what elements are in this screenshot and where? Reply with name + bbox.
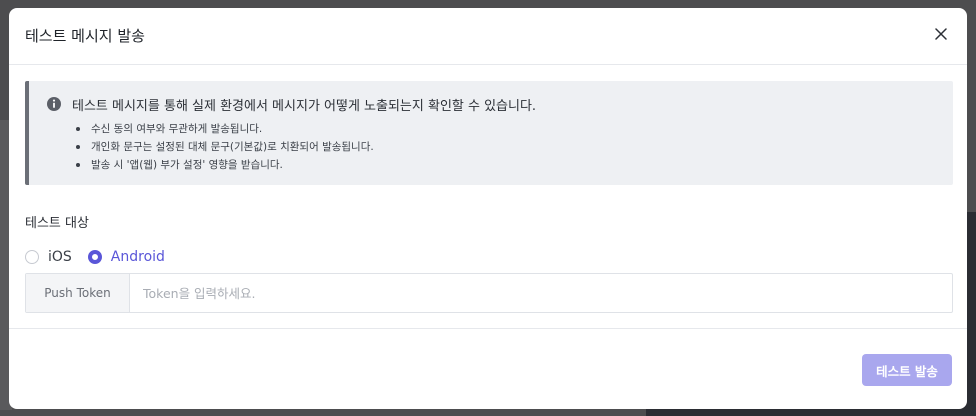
send-test-button[interactable]: 테스트 발송 [862, 354, 952, 386]
close-icon [935, 28, 947, 40]
radio-ios-indicator[interactable] [25, 250, 39, 264]
test-target-label: 테스트 대상 [25, 216, 89, 231]
modal-title: 테스트 메시지 발송 [25, 27, 145, 45]
radio-android-label[interactable]: Android [111, 249, 165, 265]
notice-item: 발송 시 '앱(웹) 부가 설정' 영향을 받습니다. [76, 156, 374, 174]
radio-ios[interactable]: iOS [25, 249, 72, 265]
notice-list: 수신 동의 여부와 무관하게 발송됩니다. 개인화 문구는 설정된 대체 문구(… [76, 120, 374, 174]
modal-header: 테스트 메시지 발송 [9, 8, 967, 65]
radio-ios-label[interactable]: iOS [48, 249, 72, 265]
test-message-modal: 테스트 메시지 발송 테스트 메시지를 통해 실제 환경에서 메시지가 어떻게 … [9, 8, 967, 409]
footer-divider [9, 328, 967, 329]
radio-android-indicator[interactable] [87, 250, 102, 264]
push-token-label: Push Token [26, 274, 130, 312]
info-icon [47, 97, 61, 111]
notice-box: 테스트 메시지를 통해 실제 환경에서 메시지가 어떻게 노출되는지 확인할 수… [25, 81, 953, 185]
notice-item: 수신 동의 여부와 무관하게 발송됩니다. [76, 120, 374, 138]
radio-android[interactable]: Android [87, 249, 165, 265]
push-token-input[interactable] [130, 274, 952, 312]
push-token-field: Push Token [25, 273, 953, 313]
platform-radio-group: iOS Android [25, 247, 181, 267]
close-button[interactable] [929, 22, 953, 46]
notice-heading: 테스트 메시지를 통해 실제 환경에서 메시지가 어떻게 노출되는지 확인할 수… [72, 99, 537, 114]
notice-item: 개인화 문구는 설정된 대체 문구(기본값)로 치환되어 발송됩니다. [76, 138, 374, 156]
